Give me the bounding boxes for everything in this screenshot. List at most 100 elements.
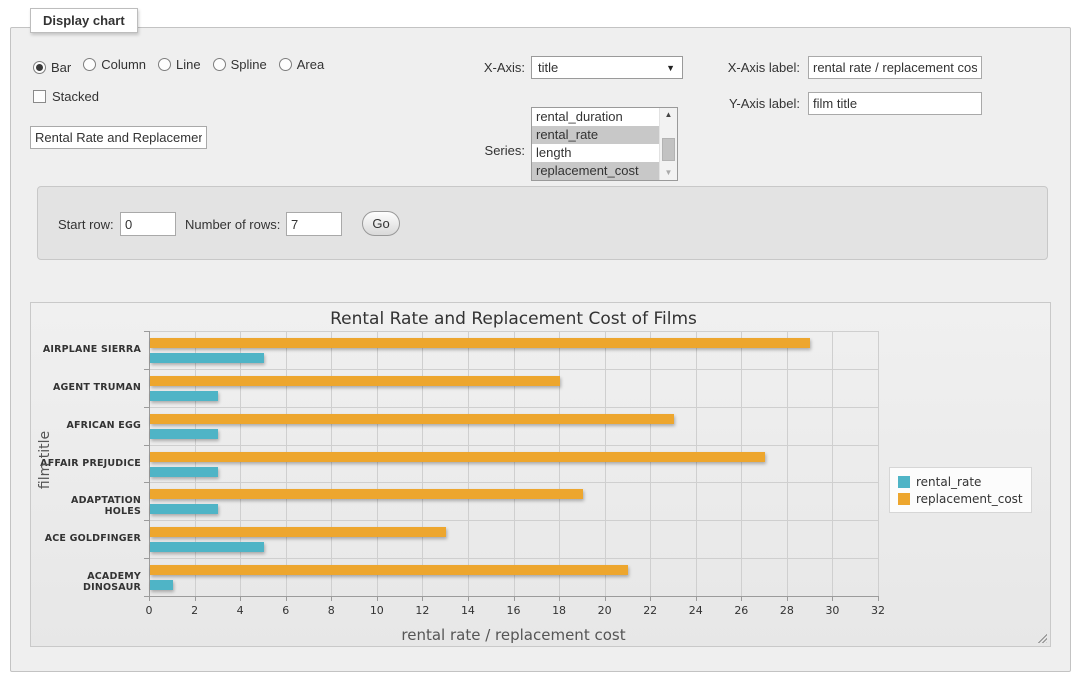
x-tick-label: 10 [362,604,392,617]
x-tick-label: 12 [407,604,437,617]
start-row-input[interactable] [120,212,176,236]
x-tick-label: 22 [635,604,665,617]
start-row-label: Start row: [58,217,114,232]
x-tick-label: 30 [817,604,847,617]
scroll-up-icon[interactable]: ▲ [660,108,677,122]
gridline [377,331,378,596]
gridline [149,369,878,370]
x-tick-label: 14 [453,604,483,617]
chart-type-radio-spline[interactable]: Spline [213,57,267,72]
gridline [422,331,423,596]
bar-replacement_cost[interactable] [150,414,674,424]
chart-title-input[interactable] [30,126,207,149]
chart-type-label: Spline [231,57,267,72]
x-tick [878,596,879,601]
x-tick-label: 0 [134,604,164,617]
gridline [468,331,469,596]
scrollbar-thumb[interactable] [662,138,675,161]
x-axis-select-label: X-Axis: [445,60,525,75]
bar-replacement_cost[interactable] [150,338,810,348]
x-tick-label: 6 [271,604,301,617]
legend-item[interactable]: replacement_cost [898,490,1023,507]
series-options: rental_durationrental_ratelengthreplacem… [532,108,677,180]
radio-icon[interactable] [33,61,46,74]
y-axis-line [149,331,150,596]
chart-type-radio-area[interactable]: Area [279,57,324,72]
series-listbox-label: Series: [445,143,525,158]
series-option[interactable]: replacement_cost [532,162,663,180]
x-axis-select[interactable]: title ▼ [531,56,683,79]
legend-label: rental_rate [916,475,981,489]
bar-rental_rate[interactable] [150,391,218,401]
chart-plot-area: Rental Rate and Replacement Cost of Film… [31,303,1050,646]
y-axis-title: film title [37,430,53,488]
x-tick-label: 32 [863,604,893,617]
radio-icon[interactable] [279,58,292,71]
gridline [878,331,879,596]
chart-type-radio-bar[interactable]: Bar [33,60,71,75]
chart-type-radio-column[interactable]: Column [83,57,146,72]
series-option[interactable]: length [532,144,663,162]
gridline [514,331,515,596]
go-button[interactable]: Go [362,211,400,236]
chart-legend: rental_rate replacement_cost [889,467,1032,513]
gridline [787,331,788,596]
category-label: ACADEMY DINOSAUR [37,571,141,593]
series-option[interactable]: rental_duration [532,108,663,126]
category-label: AIRPLANE SIERRA [37,344,141,355]
listbox-scrollbar[interactable]: ▲ ▼ [659,108,677,180]
chart-type-radio-line[interactable]: Line [158,57,201,72]
gridline [240,331,241,596]
gridline [286,331,287,596]
bar-rental_rate[interactable] [150,467,218,477]
bar-rental_rate[interactable] [150,504,218,514]
bar-replacement_cost[interactable] [150,452,765,462]
page: Display chart Bar Column Line Spline Area St… [0,0,1081,681]
x-tick-label: 16 [499,604,529,617]
x-axis-label-input[interactable] [808,56,982,79]
bar-replacement_cost[interactable] [150,527,446,537]
legend-swatch-replacement_cost [898,493,910,505]
bar-replacement_cost[interactable] [150,376,560,386]
x-tick-label: 2 [180,604,210,617]
chart-type-label: Column [101,57,146,72]
number-of-rows-input[interactable] [286,212,342,236]
radio-icon[interactable] [83,58,96,71]
x-axis-selected-value: title [538,60,558,75]
x-tick-label: 4 [225,604,255,617]
y-axis-label-label: Y-Axis label: [700,96,800,111]
x-tick-label: 20 [590,604,620,617]
series-option[interactable]: rental_rate [532,126,663,144]
y-axis-label-input[interactable] [808,92,982,115]
gridline [149,331,878,332]
chart-type-label: Bar [51,60,71,75]
radio-icon[interactable] [213,58,226,71]
bar-replacement_cost[interactable] [150,489,583,499]
chart-type-label: Line [176,57,201,72]
legend-swatch-rental_rate [898,476,910,488]
x-axis-label-label: X-Axis label: [700,60,800,75]
gridline [559,331,560,596]
series-listbox[interactable]: rental_durationrental_ratelengthreplacem… [531,107,678,181]
gridline [149,482,878,483]
stacked-checkbox-row[interactable]: Stacked [33,89,99,104]
gridline [331,331,332,596]
gridline [149,520,878,521]
chevron-down-icon: ▼ [666,64,675,73]
bar-rental_rate[interactable] [150,429,218,439]
legend-item[interactable]: rental_rate [898,473,1023,490]
scroll-down-icon[interactable]: ▼ [660,166,677,180]
stacked-checkbox[interactable] [33,90,46,103]
bar-rental_rate[interactable] [150,580,173,590]
chart-container: Rental Rate and Replacement Cost of Film… [30,302,1051,647]
x-tick-label: 18 [544,604,574,617]
gridline [195,331,196,596]
fieldset-legend: Display chart [30,8,138,33]
chart-title: Rental Rate and Replacement Cost of Film… [149,309,878,329]
bar-replacement_cost[interactable] [150,565,628,575]
bar-rental_rate[interactable] [150,542,264,552]
category-label: ACE GOLDFINGER [37,533,141,544]
radio-icon[interactable] [158,58,171,71]
legend-label: replacement_cost [916,492,1023,506]
bar-rental_rate[interactable] [150,353,264,363]
